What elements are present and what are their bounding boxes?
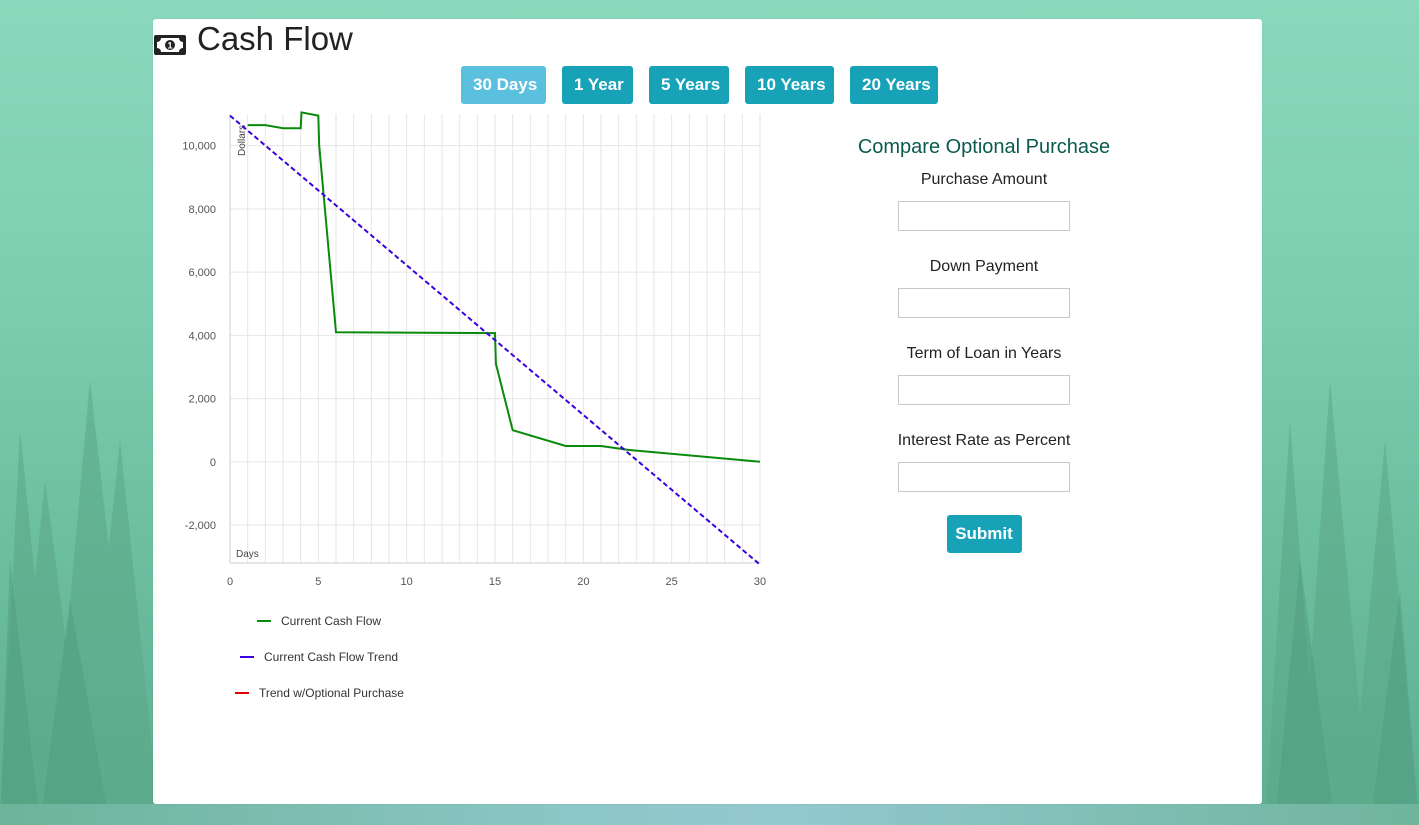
x-tick-label: 20: [577, 576, 589, 588]
y-tick-label: 4,000: [188, 330, 216, 342]
down-payment-label: Down Payment: [929, 258, 1039, 275]
legend-label: Trend w/Optional Purchase: [259, 686, 404, 700]
page-footer-strip: [0, 804, 1419, 825]
x-tick-label: 25: [666, 576, 678, 588]
svg-text:1: 1: [167, 41, 172, 51]
money-bill-icon: 1: [153, 27, 187, 55]
range-button-20-years[interactable]: 20 Years: [850, 66, 938, 104]
x-tick-label: 15: [489, 576, 501, 588]
x-tick-label: 30: [754, 576, 766, 588]
y-tick-label: 2,000: [188, 394, 216, 406]
y-tick-label: -2,000: [185, 520, 216, 532]
series-line-1: [247, 111, 761, 463]
loan-term-input[interactable]: [898, 375, 1070, 405]
y-tick-label: 10,000: [182, 141, 216, 153]
legend-label: Current Cash Flow: [281, 614, 381, 628]
loan-term-label: Term of Loan in Years: [906, 345, 1062, 362]
y-axis-label: Dollars: [237, 125, 248, 156]
page-title: 1 Cash Flow: [153, 20, 353, 57]
x-tick-label: 5: [315, 576, 321, 588]
page-title-text: Cash Flow: [197, 20, 353, 57]
compare-purchase-form: Compare Optional Purchase Purchase Amoun…: [833, 134, 1135, 553]
cash-flow-chart: -2,000 0 2,000 4,000 6,000 8,000 10,000 0 5 10 15 2…: [182, 111, 766, 700]
form-title: Compare Optional Purchase: [857, 136, 1111, 158]
interest-rate-input[interactable]: [898, 462, 1070, 492]
x-axis-label: Days: [236, 549, 259, 560]
y-tick-label: 6,000: [188, 267, 216, 279]
x-tick-label: 10: [401, 576, 413, 588]
y-tick-label: 8,000: [188, 204, 216, 216]
legend-label: Current Cash Flow Trend: [264, 650, 398, 664]
purchase-amount-label: Purchase Amount: [920, 171, 1048, 188]
cash-flow-panel: 1 Cash Flow 30 Days 1 Year 5 Years 10 Ye…: [153, 19, 1262, 804]
submit-button[interactable]: Submit: [946, 515, 1022, 553]
down-payment-input[interactable]: [898, 288, 1070, 318]
x-tick-label: 0: [227, 576, 233, 588]
interest-rate-label: Interest Rate as Percent: [897, 432, 1071, 449]
purchase-amount-input[interactable]: [898, 201, 1070, 231]
y-tick-label: 0: [210, 457, 216, 469]
